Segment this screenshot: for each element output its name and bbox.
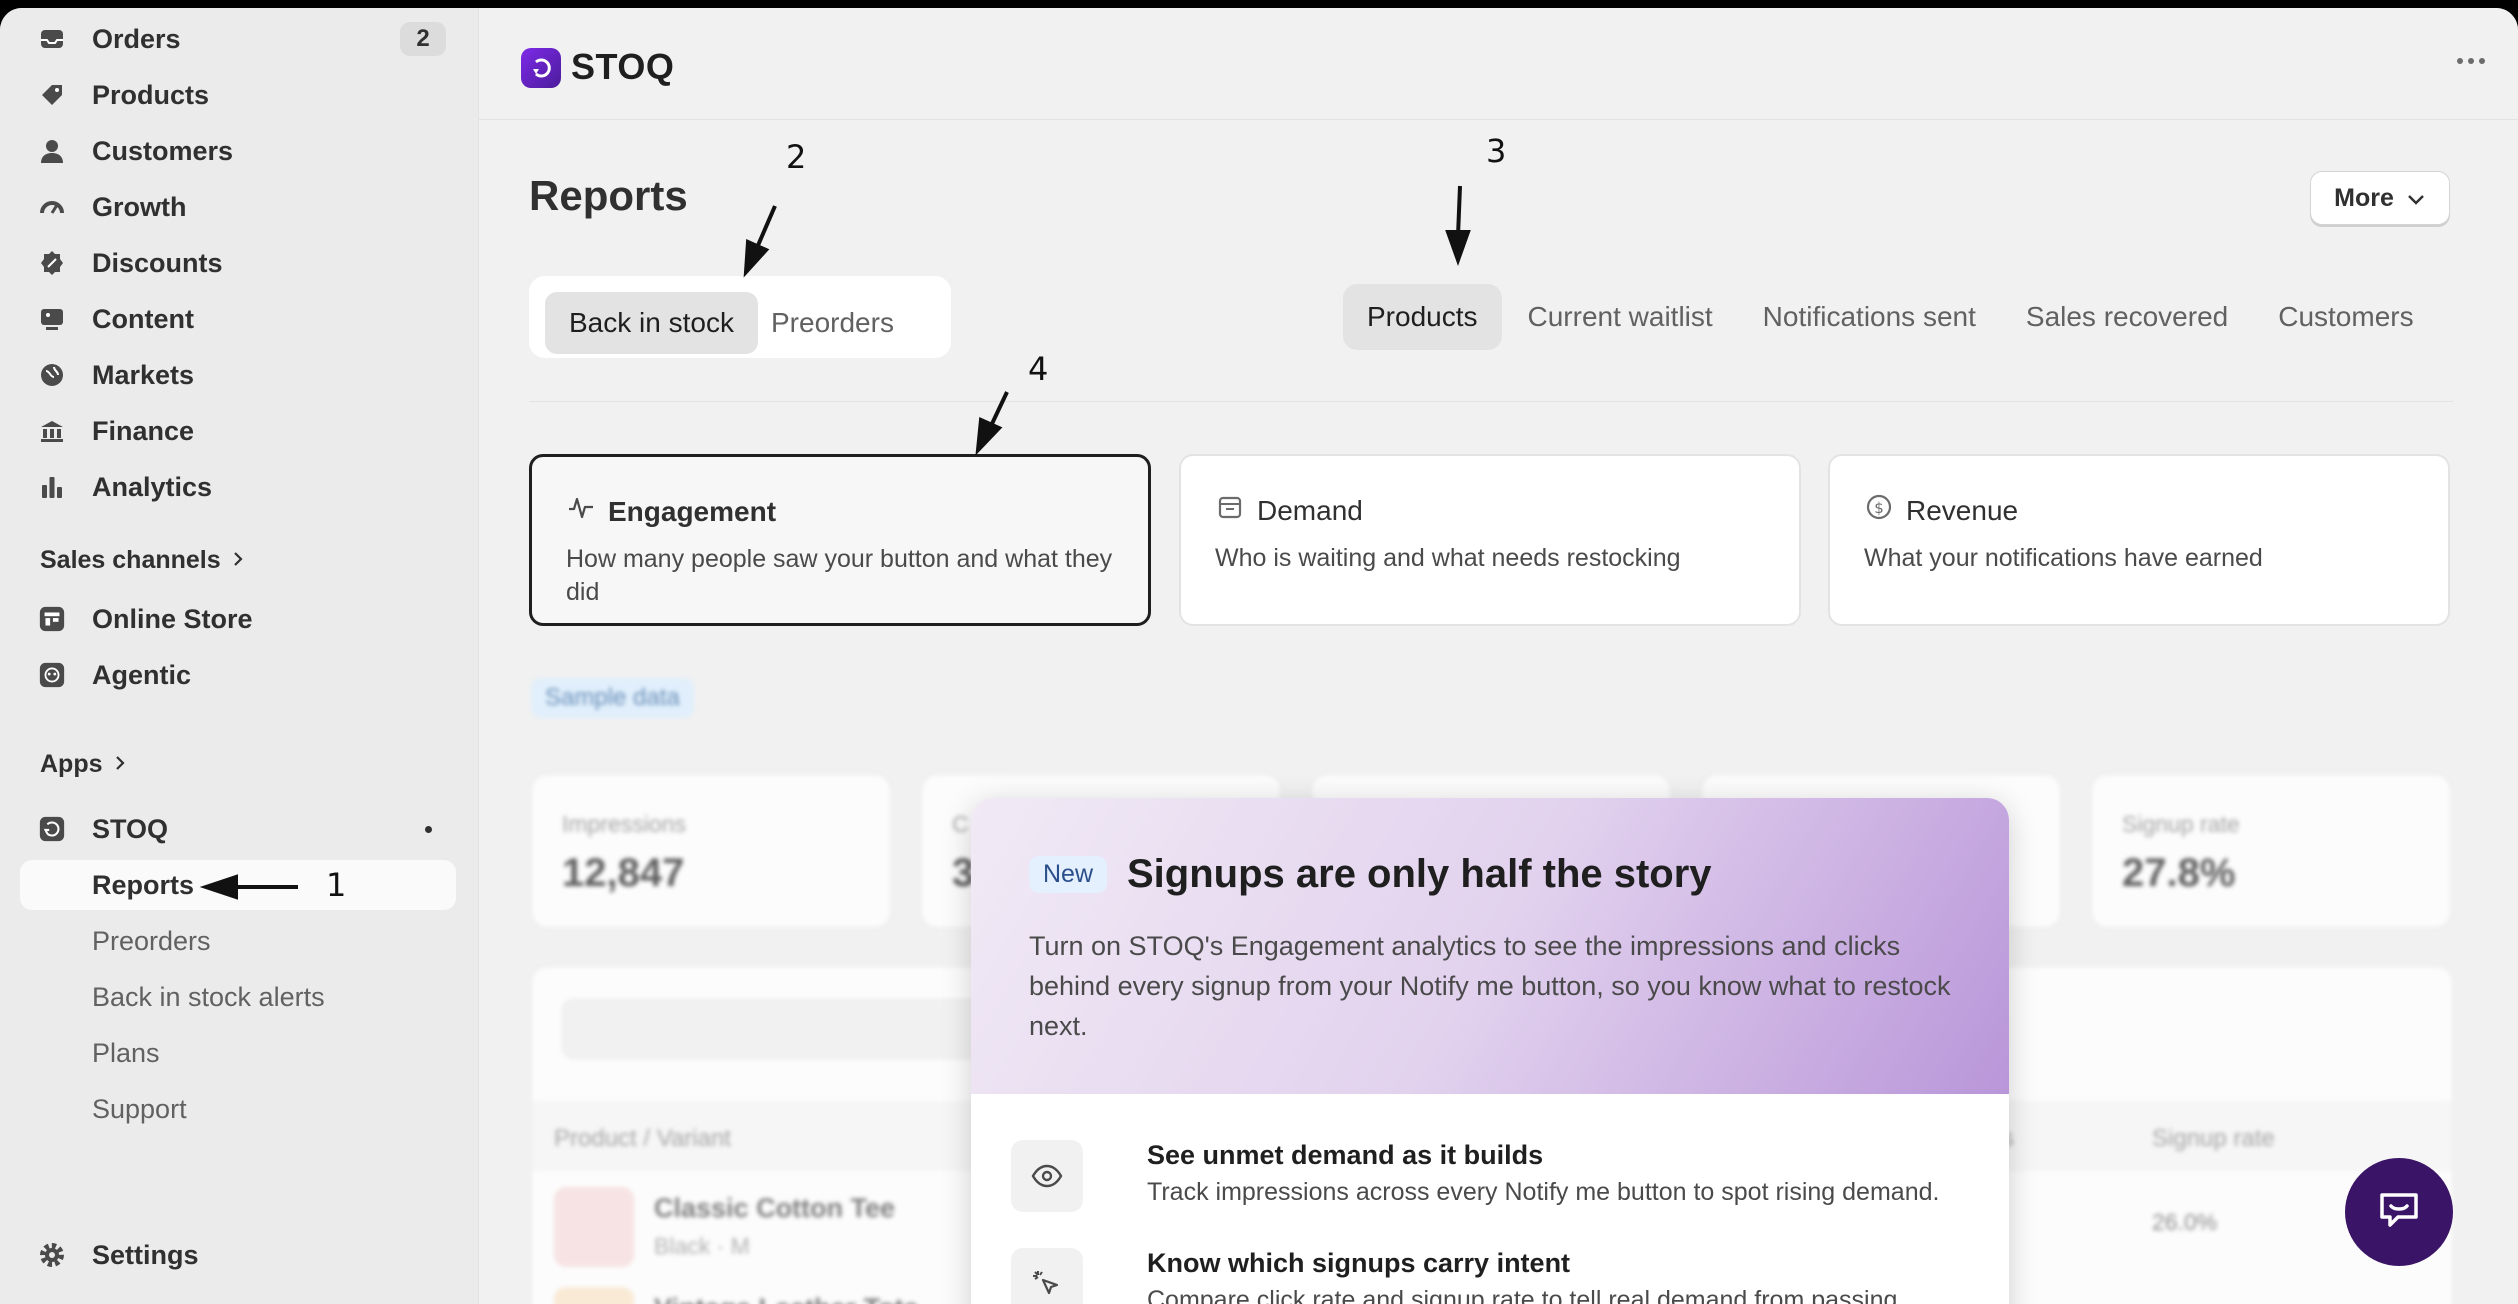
- sidebar-item-label: Analytics: [92, 471, 213, 502]
- sidebar-item-customers[interactable]: Customers: [20, 126, 456, 176]
- sidebar-item-plans[interactable]: Plans: [20, 1028, 456, 1078]
- sidebar-item-label: Preorders: [92, 925, 211, 956]
- chat-support-button[interactable]: [2345, 1158, 2453, 1266]
- sidebar-item-orders[interactable]: Orders 2: [20, 14, 456, 64]
- image-icon: [38, 305, 66, 333]
- chevron-right-icon: [231, 546, 245, 575]
- robot-icon: [38, 661, 66, 689]
- sidebar-item-label: Products: [92, 79, 210, 110]
- sidebar-item-stoq[interactable]: STOQ: [20, 804, 456, 854]
- sidebar-item-back-in-stock-alerts[interactable]: Back in stock alerts: [20, 972, 456, 1022]
- column-header: Product / Variant: [554, 1125, 731, 1152]
- column-header: Signup rate: [2152, 1125, 2275, 1152]
- sidebar-item-label: Content: [92, 303, 194, 334]
- metric-value: 27.8%: [2122, 851, 2236, 895]
- sidebar-item-reports[interactable]: Reports: [20, 860, 456, 910]
- feature-title: See unmet demand as it builds: [1147, 1140, 1544, 1170]
- sidebar-item-label: Orders: [92, 23, 181, 54]
- sidebar-item-label: Customers: [92, 135, 234, 166]
- sidebar-item-label: Online Store: [92, 603, 253, 634]
- sidebar-item-agentic[interactable]: Agentic: [20, 650, 456, 700]
- feature-title: Know which signups carry intent: [1147, 1248, 1571, 1278]
- sidebar-item-label: STOQ: [92, 813, 169, 844]
- promo-description: Turn on STOQ's Engagement analytics to s…: [1029, 931, 1951, 1041]
- engagement-promo-modal: New Signups are only half the story Turn…: [971, 798, 2009, 1304]
- metric-label: Signup rate: [2122, 811, 2240, 837]
- tag-icon: [38, 81, 66, 109]
- apps-label: Apps: [40, 750, 103, 778]
- gear-icon: [38, 1241, 66, 1269]
- feature-description: Compare click rate and signup rate to te…: [1147, 1286, 1898, 1304]
- apps-header[interactable]: Apps: [40, 750, 127, 779]
- sidebar: Orders 2 Products Customers Growth Disco…: [0, 8, 478, 1304]
- person-icon: [38, 137, 66, 165]
- sidebar-item-label: Finance: [92, 415, 195, 446]
- sidebar-item-finance[interactable]: Finance: [20, 406, 456, 456]
- app-window: Orders 2 Products Customers Growth Disco…: [0, 8, 2518, 1304]
- sidebar-item-label: Growth: [92, 191, 187, 222]
- annotation-label: 4: [1028, 350, 1049, 388]
- globe-icon: [38, 361, 66, 389]
- gauge-icon: [38, 193, 66, 221]
- sidebar-item-analytics[interactable]: Analytics: [20, 462, 456, 512]
- annotation-label: 3: [1486, 132, 1507, 170]
- annotation-label: 1: [326, 866, 347, 904]
- orders-count-badge: 2: [400, 22, 446, 56]
- annotation-label: 2: [786, 138, 807, 176]
- product-name: Vintage Leather Tote: [654, 1293, 919, 1304]
- store-icon: [38, 605, 66, 633]
- sidebar-item-preorders[interactable]: Preorders: [20, 916, 456, 966]
- inbox-icon: [38, 25, 66, 53]
- promo-title: Signups are only half the story: [1127, 852, 1712, 896]
- sidebar-item-label: Markets: [92, 359, 195, 390]
- sidebar-item-support[interactable]: Support: [20, 1084, 456, 1134]
- metric-card: Impressions 12,847: [531, 774, 891, 928]
- main-content: STOQ Reports More Back in stock Preorder…: [478, 8, 2518, 1304]
- sidebar-item-label: Reports: [92, 869, 195, 900]
- sidebar-item-content[interactable]: Content: [20, 294, 456, 344]
- sidebar-item-label: Plans: [92, 1037, 160, 1068]
- metric-value: 12,847: [562, 851, 685, 895]
- sidebar-item-growth[interactable]: Growth: [20, 182, 456, 232]
- sidebar-item-label: Settings: [92, 1239, 199, 1270]
- promo-header: New Signups are only half the story Turn…: [971, 798, 2009, 1094]
- sidebar-item-label: Agentic: [92, 659, 192, 690]
- bar-chart-icon: [38, 473, 66, 501]
- product-variant: Black · M: [654, 1233, 750, 1259]
- sidebar-item-settings[interactable]: Settings: [20, 1230, 456, 1280]
- sidebar-item-markets[interactable]: Markets: [20, 350, 456, 400]
- signup-rate: 26.0%: [2152, 1209, 2218, 1235]
- feature-description: Track impressions across every Notify me…: [1147, 1178, 1940, 1206]
- eye-icon: [1011, 1140, 1083, 1212]
- chat-bubble-icon: [2374, 1185, 2424, 1240]
- sample-data-badge: Sample data: [531, 678, 694, 718]
- sidebar-item-online-store[interactable]: Online Store: [20, 594, 456, 644]
- product-thumbnail: [554, 1287, 634, 1304]
- stoq-app-icon: [38, 815, 66, 843]
- app-status-dot: [425, 826, 432, 833]
- new-badge: New: [1029, 856, 1108, 893]
- sales-channels-header[interactable]: Sales channels: [40, 546, 245, 575]
- sidebar-item-label: Back in stock alerts: [92, 981, 325, 1012]
- sidebar-item-label: Support: [92, 1093, 187, 1124]
- product-name: Classic Cotton Tee: [654, 1193, 896, 1223]
- metric-label: C: [952, 811, 969, 837]
- discount-icon: [38, 249, 66, 277]
- sidebar-item-products[interactable]: Products: [20, 70, 456, 120]
- product-thumbnail: [554, 1187, 634, 1267]
- chevron-right-icon: [113, 750, 127, 779]
- metric-card: Signup rate 27.8%: [2091, 774, 2451, 928]
- bank-icon: [38, 417, 66, 445]
- cursor-click-icon: [1011, 1248, 1083, 1304]
- sales-channels-label: Sales channels: [40, 546, 221, 574]
- sidebar-item-discounts[interactable]: Discounts: [20, 238, 456, 288]
- metric-label: Impressions: [562, 811, 686, 837]
- table-search-input: [562, 999, 982, 1059]
- sidebar-item-label: Discounts: [92, 247, 223, 278]
